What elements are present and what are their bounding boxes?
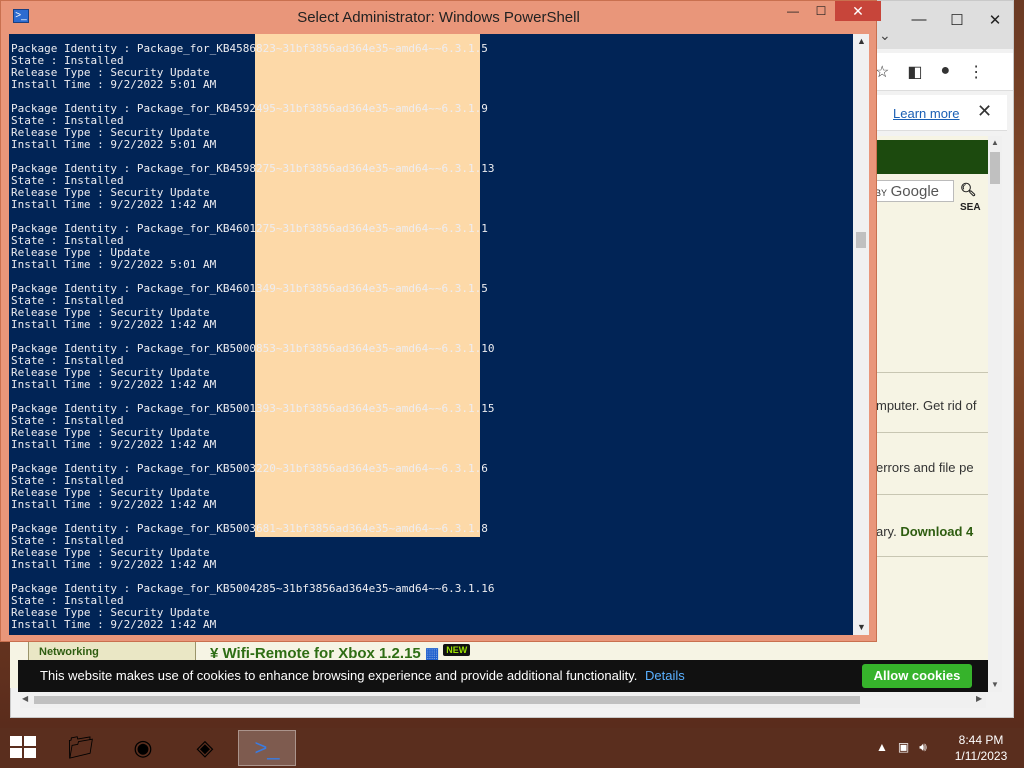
new-badge: NEW — [443, 644, 471, 656]
powershell-window: >_ Select Administrator: Windows PowerSh… — [0, 0, 881, 642]
page-vertical-scrollbar[interactable]: ▲ ▼ — [988, 136, 1002, 692]
scroll-down-icon[interactable]: ▼ — [857, 622, 866, 632]
menu-kebab-icon[interactable]: ⋮ — [968, 62, 984, 82]
scroll-thumb[interactable] — [34, 696, 860, 704]
page-text-line: ary. Download 4 — [876, 524, 974, 539]
app-icon[interactable]: ◈ — [176, 730, 234, 766]
console-line-install: Install Time : 9/2/2022 5:01 AM — [11, 258, 217, 271]
search-icon[interactable]: 🔍︎SEA — [960, 182, 988, 213]
page-text-line: mputer. Get rid of — [876, 398, 977, 413]
nav-item-networking[interactable]: Networking — [29, 645, 195, 659]
console-line-install: Install Time : 9/2/2022 1:42 AM — [11, 618, 217, 631]
package-entry: Package Identity : Package_for_KB5003681… — [11, 523, 494, 583]
bookmark-star-icon[interactable]: ☆ — [875, 62, 889, 82]
package-entry: Package Identity : Package_for_KB4592495… — [11, 103, 494, 163]
profile-avatar-icon[interactable]: ● — [940, 62, 950, 82]
start-windows-icon[interactable] — [10, 736, 38, 760]
console-line-install: Install Time : 9/2/2022 1:42 AM — [11, 318, 217, 331]
window-title: Select Administrator: Windows PowerShell — [297, 9, 580, 26]
package-entry: Package Identity : Package_for_KB4601349… — [11, 283, 494, 343]
console-line-install: Install Time : 9/2/2022 1:42 AM — [11, 378, 217, 391]
chrome-infobar: Learn more ✕ — [877, 95, 1007, 131]
taskbar: 📁︎ ◉ ◈ >_ ▲ ▣ 🔊︎ 8:44 PM 1/11/2023 — [0, 728, 1024, 768]
chrome-icon[interactable]: ◉ — [114, 730, 172, 766]
package-entry: Package Identity : Package_for_KB5004285… — [11, 583, 494, 635]
console-line-install: Install Time : 9/2/2022 1:42 AM — [11, 498, 217, 511]
cookie-consent-bar: This website makes use of cookies to enh… — [18, 660, 988, 692]
close-icon[interactable]: ✕ — [987, 11, 1003, 29]
scroll-up-icon[interactable]: ▲ — [991, 138, 999, 147]
scroll-thumb[interactable] — [990, 152, 1000, 184]
console-line-install: Install Time : 9/2/2022 5:01 AM — [11, 138, 217, 151]
chevron-down-icon[interactable]: ⌄ — [879, 27, 891, 44]
console-line-install: Install Time : 9/2/2022 1:42 AM — [11, 558, 217, 571]
console-output[interactable]: Package Identity : Package_for_KB4586823… — [9, 34, 853, 635]
scroll-up-icon[interactable]: ▲ — [857, 36, 866, 46]
package-entry: Package Identity : Package_for_KB4601275… — [11, 223, 494, 283]
scroll-left-icon[interactable]: ◀ — [22, 694, 28, 703]
close-button[interactable]: ✕ — [835, 1, 881, 21]
taskbar-clock[interactable]: 8:44 PM 1/11/2023 — [948, 732, 1014, 764]
scroll-thumb[interactable] — [856, 232, 866, 248]
powershell-titlebar[interactable]: >_ Select Administrator: Windows PowerSh… — [1, 1, 881, 33]
side-panel-icon[interactable]: ◧ — [907, 62, 922, 82]
package-entry: Package Identity : Package_for_KB5003220… — [11, 463, 494, 523]
maximize-button[interactable]: ☐ — [807, 1, 835, 21]
console-line-install: Install Time : 9/2/2022 1:42 AM — [11, 438, 217, 451]
learn-more-link[interactable]: Learn more — [893, 106, 959, 121]
package-entry: Package Identity : Package_for_KB4598275… — [11, 163, 494, 223]
volume-icon[interactable]: 🔊︎ — [919, 740, 927, 755]
maximize-icon[interactable]: ☐ — [949, 11, 965, 29]
system-tray: ▲ ▣ 🔊︎ — [876, 740, 927, 755]
powershell-taskbar-icon[interactable]: >_ — [238, 730, 296, 766]
google-search-box[interactable]: BY Google — [868, 180, 954, 202]
console-scrollbar[interactable]: ▲ ▼ — [853, 34, 869, 635]
allow-cookies-button[interactable]: Allow cookies — [862, 664, 972, 688]
console-line-install: Install Time : 9/2/2022 5:01 AM — [11, 78, 217, 91]
package-entry: Package Identity : Package_for_KB5001393… — [11, 403, 494, 463]
console-line-install: Install Time : 9/2/2022 1:42 AM — [11, 198, 217, 211]
cookie-details-link[interactable]: Details — [645, 668, 685, 683]
console-lines: Package Identity : Package_for_KB4586823… — [11, 43, 494, 635]
minimize-icon[interactable]: — — [911, 11, 927, 29]
page-horizontal-scrollbar[interactable]: ◀ ▶ — [20, 692, 986, 708]
chevron-up-icon[interactable]: ▲ — [876, 740, 888, 755]
file-explorer-icon[interactable]: 📁︎ — [52, 730, 110, 766]
page-text-line: errors and file pe — [876, 460, 974, 475]
scroll-right-icon[interactable]: ▶ — [976, 694, 982, 703]
infobar-close-icon[interactable]: ✕ — [977, 101, 992, 122]
minimize-button[interactable]: — — [779, 1, 807, 21]
network-icon[interactable]: ▣ — [898, 740, 909, 755]
scroll-down-icon[interactable]: ▼ — [991, 680, 999, 689]
cookie-message: This website makes use of cookies to enh… — [40, 668, 685, 683]
package-entry: Package Identity : Package_for_KB5000853… — [11, 343, 494, 403]
download-link[interactable]: Download 4 — [900, 524, 973, 539]
package-entry: Package Identity : Package_for_KB4586823… — [11, 43, 494, 103]
